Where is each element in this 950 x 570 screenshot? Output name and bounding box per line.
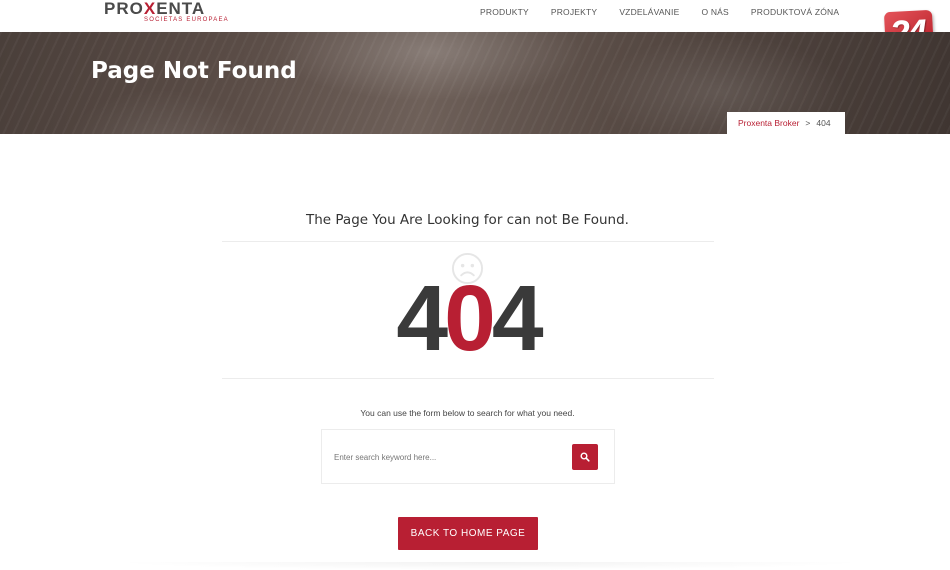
main-nav: PRODUKTY PROJEKTY VZDELÁVANIE O NÁS PROD… [480,7,861,17]
nav-item-vzdelavanie[interactable]: VZDELÁVANIE [619,7,679,17]
breadcrumb-current: 404 [816,118,831,128]
logo-subtitle: SOCIETAS EUROPAEA [144,17,229,23]
nav-item-produkty[interactable]: PRODUKTY [480,7,529,17]
search-icon [580,452,590,462]
search-form [321,429,615,484]
search-hint: You can use the form below to search for… [360,408,575,418]
nav-item-projekty[interactable]: PROJEKTY [551,7,597,17]
error-code-404: 404 [380,268,556,368]
error-code-digit-first: 4 [396,266,448,370]
error-code-digit-middle: 0 [444,266,496,370]
breadcrumb-home-link[interactable]: Proxenta Broker [738,118,799,128]
nav-item-produktova-zona[interactable]: PRODUKTOVÁ ZÓNA [751,7,839,17]
divider-bottom [222,378,714,379]
site-header: PROXENTA SOCIETAS EUROPAEA PRODUKTY PROJ… [0,0,950,57]
back-to-home-button[interactable]: BACK TO HOME PAGE [398,517,538,550]
breadcrumb-separator: > [805,118,811,128]
error-headline: The Page You Are Looking for can not Be … [306,212,629,228]
nav-item-o-nas[interactable]: O NÁS [701,7,728,17]
proxenta-logo[interactable]: PROXENTA SOCIETAS EUROPAEA [104,0,228,28]
page-title: Page Not Found [91,58,297,84]
breadcrumb: Proxenta Broker > 404 [727,112,845,134]
divider-top [222,241,714,242]
footer-shadow [110,562,870,570]
search-input[interactable] [334,444,566,470]
page-banner: Page Not Found Proxenta Broker > 404 [0,32,950,134]
error-code-digit-last: 4 [491,266,544,370]
search-button[interactable] [572,444,598,470]
